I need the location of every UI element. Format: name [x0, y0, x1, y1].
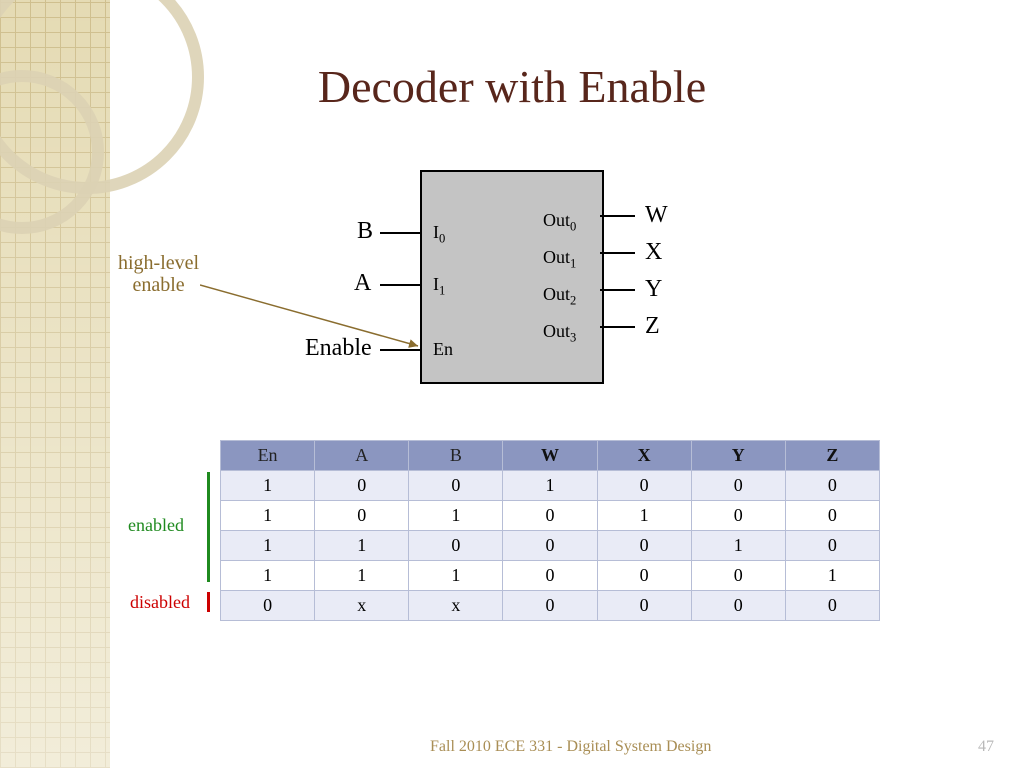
- internal-label-i1: I1: [433, 274, 445, 299]
- internal-label-out3: Out3: [543, 321, 576, 346]
- disabled-label: disabled: [130, 592, 190, 613]
- th-w: W: [503, 441, 597, 471]
- table-cell: 1: [221, 531, 315, 561]
- table-row: 1010100: [221, 501, 880, 531]
- table-row: 1110001: [221, 561, 880, 591]
- table-cell: 0: [785, 471, 879, 501]
- output-label-x: X: [645, 239, 662, 266]
- enable-annotation-line1: high-level: [118, 252, 199, 274]
- table-cell: 0: [597, 471, 691, 501]
- page-title: Decoder with Enable: [0, 60, 1024, 113]
- wire-x: [600, 252, 635, 254]
- wire-y: [600, 289, 635, 291]
- th-z: Z: [785, 441, 879, 471]
- table-cell: x: [315, 591, 409, 621]
- table-cell: 1: [409, 501, 503, 531]
- table-cell: 0: [221, 591, 315, 621]
- table-cell: 0: [503, 561, 597, 591]
- internal-label-i0: I0: [433, 222, 445, 247]
- input-label-enable: Enable: [305, 335, 372, 362]
- table-cell: 1: [221, 561, 315, 591]
- enabled-bracket: [207, 472, 210, 582]
- enable-annotation: high-level enable: [118, 252, 199, 296]
- table-cell: 0: [409, 531, 503, 561]
- table-row: 1100010: [221, 531, 880, 561]
- table-cell: 0: [597, 591, 691, 621]
- table-cell: x: [409, 591, 503, 621]
- output-label-z: Z: [645, 313, 660, 340]
- th-b: B: [409, 441, 503, 471]
- page-number: 47: [978, 738, 994, 756]
- table-cell: 1: [409, 561, 503, 591]
- table-cell: 0: [785, 591, 879, 621]
- table-cell: 0: [597, 561, 691, 591]
- table-cell: 0: [785, 531, 879, 561]
- table-cell: 1: [315, 561, 409, 591]
- table-cell: 0: [691, 471, 785, 501]
- wire-w: [600, 215, 635, 217]
- internal-label-out0: Out0: [543, 210, 576, 235]
- table-cell: 0: [315, 471, 409, 501]
- table-row: 1001000: [221, 471, 880, 501]
- truth-table: En A B W X Y Z 1001000101010011000101110…: [220, 440, 880, 621]
- th-y: Y: [691, 441, 785, 471]
- wire-z: [600, 326, 635, 328]
- wire-a: [380, 284, 420, 286]
- table-cell: 0: [503, 591, 597, 621]
- table-cell: 0: [409, 471, 503, 501]
- internal-label-en: En: [433, 339, 453, 360]
- table-cell: 0: [315, 501, 409, 531]
- th-x: X: [597, 441, 691, 471]
- th-en: En: [221, 441, 315, 471]
- enabled-label: enabled: [128, 515, 184, 536]
- table-header-row: En A B W X Y Z: [221, 441, 880, 471]
- input-label-a: A: [354, 270, 371, 297]
- wire-b: [380, 232, 420, 234]
- table-row: 0xx0000: [221, 591, 880, 621]
- internal-label-out2: Out2: [543, 284, 576, 309]
- table-cell: 1: [221, 501, 315, 531]
- table-cell: 0: [503, 531, 597, 561]
- output-label-w: W: [645, 202, 668, 229]
- table-cell: 0: [691, 561, 785, 591]
- table-cell: 1: [785, 561, 879, 591]
- table-cell: 1: [315, 531, 409, 561]
- table-cell: 1: [691, 531, 785, 561]
- th-a: A: [315, 441, 409, 471]
- output-label-y: Y: [645, 276, 662, 303]
- table-cell: 1: [503, 471, 597, 501]
- table-cell: 0: [503, 501, 597, 531]
- table-cell: 0: [597, 531, 691, 561]
- table-cell: 0: [785, 501, 879, 531]
- table-cell: 0: [691, 591, 785, 621]
- disabled-bracket: [207, 592, 210, 612]
- table-cell: 0: [691, 501, 785, 531]
- enable-annotation-line2: enable: [132, 274, 184, 296]
- internal-label-out1: Out1: [543, 247, 576, 272]
- footer-text: Fall 2010 ECE 331 - Digital System Desig…: [430, 738, 711, 756]
- table-cell: 1: [221, 471, 315, 501]
- table-cell: 1: [597, 501, 691, 531]
- input-label-b: B: [357, 218, 373, 245]
- wire-enable: [380, 349, 420, 351]
